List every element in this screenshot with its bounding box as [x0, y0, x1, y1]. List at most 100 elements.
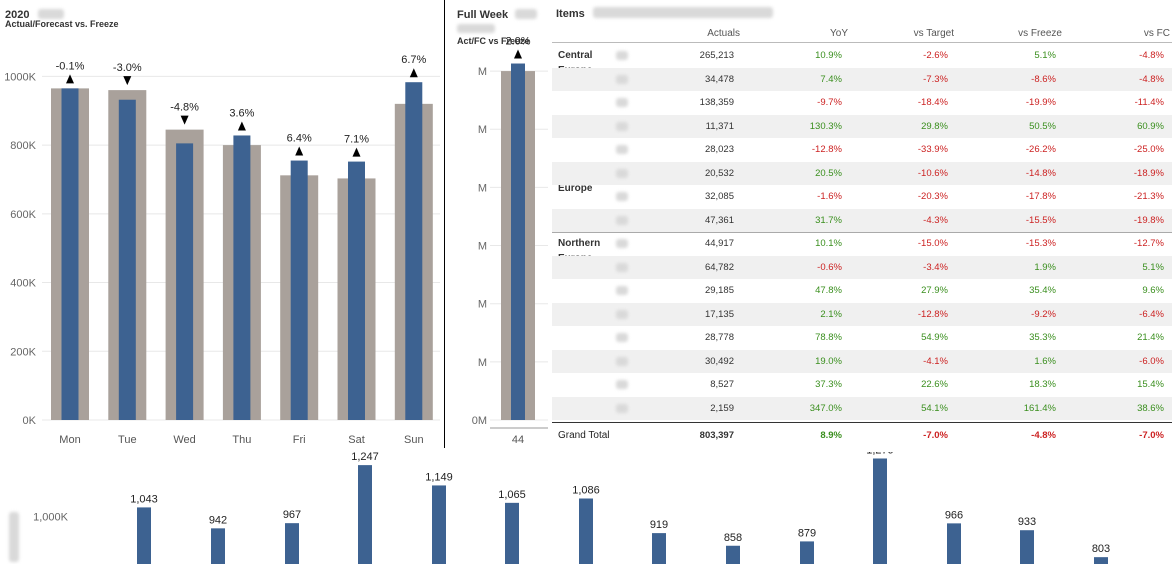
table-row: 64,782 -0.6% -3.4% 1.9% 5.1%: [552, 255, 1172, 279]
table-cell: -3.4%: [923, 261, 948, 273]
table-row: 8,527 37.3% 22.6% 18.3% 15.4%: [552, 373, 1172, 397]
table-cell: 20,532: [704, 167, 734, 179]
table-cell: 18.3%: [1029, 379, 1056, 390]
daily-chart-panel: 2020 Actual/Forecast vs. Freeze 0K 200K 40…: [0, 0, 444, 450]
bar: [505, 502, 519, 564]
table-cell: 28,778: [704, 332, 734, 343]
table-cell: -12.7%: [1133, 238, 1164, 249]
table-cell: 11,371: [705, 120, 734, 132]
table-cell: 29.8%: [921, 120, 948, 132]
data-label: 942: [209, 514, 227, 526]
data-label: 7.1%: [344, 134, 369, 146]
table-cell: 8.9%: [820, 430, 842, 441]
table-cell: -4.3%: [923, 214, 948, 226]
table-cell: -4.8%: [1139, 73, 1164, 85]
actual-bar: [290, 160, 308, 420]
table-cell: 35.3%: [1029, 332, 1056, 343]
data-label: 6.4%: [287, 133, 312, 145]
table-cell: 44,917: [704, 238, 734, 249]
actual-bar: [405, 82, 423, 421]
table-cell: -9.2%: [1031, 308, 1056, 320]
bar: [211, 528, 225, 564]
y-tick-label: 600K: [10, 209, 36, 221]
y-tick-label: 0M: [472, 415, 487, 427]
actual-bar: [233, 135, 251, 420]
table-cell: -9.7%: [817, 97, 842, 108]
up-arrow-icon: [352, 147, 361, 157]
table-cell: 15.4%: [1137, 379, 1164, 390]
table-cell: 22.6%: [921, 379, 948, 390]
redacted-item-name: [616, 74, 628, 84]
table-cell: 38.6%: [1137, 402, 1164, 414]
table-cell: 27.9%: [921, 285, 948, 296]
table-cell: 47.8%: [815, 285, 842, 296]
table-cell: -7.3%: [923, 73, 948, 85]
redacted-item-name: [616, 309, 628, 319]
actual-bar: [61, 88, 79, 421]
redacted-item-name: [616, 356, 628, 366]
bar: [358, 465, 372, 564]
table-cell: 161.4%: [1023, 402, 1056, 414]
bar: [873, 458, 887, 564]
table-cell: 47,361: [704, 214, 734, 226]
table-cell: 32,085: [704, 191, 734, 202]
table-row: 29,185 47.8% 27.9% 35.4% 9.6%: [552, 279, 1172, 303]
y-tick-label: 800K: [10, 140, 36, 152]
table-cell: 347.0%: [809, 402, 842, 414]
table-cell: -33.9%: [917, 144, 948, 155]
x-tick-label: Fri: [293, 434, 306, 446]
table-cell: 19.0%: [815, 355, 842, 367]
items-title-row: Items: [556, 4, 774, 22]
table-cell: -6.4%: [1139, 308, 1164, 320]
table-cell: 1.9%: [1034, 261, 1056, 273]
table-cell: 54.1%: [921, 402, 948, 414]
table-row: 28,023 -12.8% -33.9% -26.2% -25.0%: [552, 138, 1172, 162]
table-row: 265,213 10.9% -2.6% 5.1% -4.8%: [552, 44, 1172, 68]
y-tick-label: 400K: [10, 278, 36, 290]
table-cell: -15.0%: [917, 238, 948, 249]
bar: [652, 533, 666, 564]
x-tick-label: 44: [512, 434, 524, 446]
redacted-item-name: [616, 403, 628, 413]
down-arrow-icon: [123, 76, 132, 86]
x-tick-label: Tue: [118, 434, 137, 446]
redacted-item-name: [616, 333, 628, 342]
table-row: 2,159 347.0% 54.1% 161.4% 38.6%: [552, 396, 1172, 420]
table-cell: -20.3%: [917, 191, 948, 202]
redacted-item-name: [616, 121, 628, 131]
data-label: 967: [283, 509, 301, 521]
bottom-bar-chart: 1,000K 1,043 942 967 1,247 1,149 1,065 1,086 919…: [33, 452, 1110, 564]
table-cell: -4.1%: [923, 355, 948, 367]
table-cell: -26.2%: [1025, 144, 1056, 155]
table-row: 28,778 78.8% 54.9% 35.3% 21.4%: [552, 326, 1172, 350]
table-cell: -2.6%: [923, 50, 948, 61]
items-table: Actuals YoY vs Target vs Freeze vs FC Ce…: [552, 28, 1172, 448]
table-cell: -14.8%: [1025, 167, 1056, 179]
table-cell: 29,185: [704, 285, 734, 296]
table-cell: 10.9%: [815, 50, 842, 61]
table-cell: 138,359: [699, 97, 734, 108]
up-arrow-icon: [409, 68, 418, 78]
bar: [947, 523, 961, 564]
redacted-item-name: [616, 98, 628, 107]
data-label: 3.6%: [229, 107, 254, 119]
bar: [579, 498, 593, 564]
table-cell: -6.0%: [1139, 355, 1164, 367]
redacted-item-name: [616, 286, 628, 295]
total-divider: [552, 422, 1172, 423]
table-cell: 20.5%: [815, 167, 842, 179]
items-title: Items: [556, 8, 585, 20]
table-cell: -4.8%: [1139, 50, 1164, 61]
up-arrow-icon: [66, 74, 74, 84]
table-row: 11,371 130.3% 29.8% 50.5% 60.9%: [552, 114, 1172, 138]
redacted-item-name: [616, 192, 628, 201]
redacted-item-name: [616, 215, 628, 225]
bar: [1094, 557, 1108, 564]
data-label: 858: [724, 532, 742, 544]
table-cell: 2.1%: [820, 308, 842, 320]
table-cell: -7.0%: [923, 430, 948, 441]
table-row: 32,085 -1.6% -20.3% -17.8% -21.3%: [552, 185, 1172, 209]
table-cell: 2,159: [710, 402, 734, 414]
data-label: -0.1%: [56, 60, 85, 72]
data-label: -3.0%: [113, 62, 142, 74]
